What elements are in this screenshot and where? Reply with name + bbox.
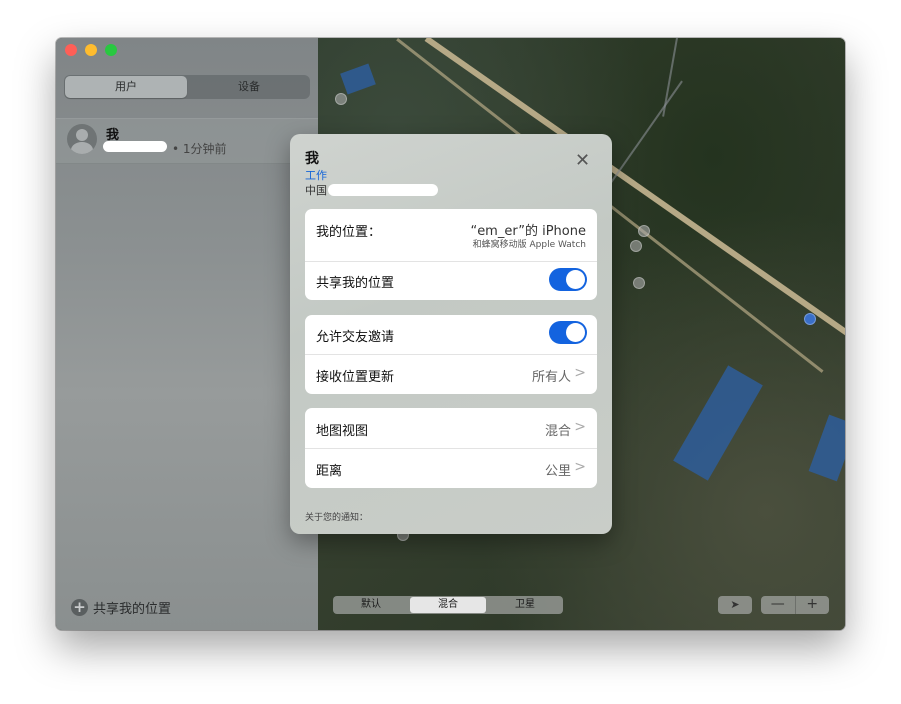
zoom-out-button[interactable]: — — [761, 596, 796, 614]
current-location-button[interactable]: ➤ — [718, 596, 752, 614]
settings-card: 地图视图 混合 > 距离 公里 > — [305, 408, 597, 488]
people-devices-segment: 用户 设备 — [64, 75, 310, 99]
close-window-button[interactable] — [65, 44, 77, 56]
map-view-label: 地图视图 — [316, 424, 369, 439]
share-location-toggle[interactable] — [549, 268, 587, 291]
chevron-right-icon: > — [574, 419, 586, 435]
allow-invites-toggle[interactable] — [549, 321, 587, 344]
receive-updates-value: 所有人 — [531, 370, 571, 385]
my-info-popover: 我 工作 中国 ✕ 我的位置： “em_er”的 iPhone 和蜂窝移动版 A… — [290, 134, 612, 534]
popover-subtitle[interactable]: 工作 — [305, 167, 327, 183]
user-list-item[interactable]: 我 • 1分钟前 — [56, 118, 318, 164]
location-arrow-icon: ➤ — [730, 598, 740, 611]
my-location-label: 我的位置： — [316, 225, 382, 240]
receive-updates-row[interactable]: 接收位置更新 所有人 > — [305, 355, 597, 394]
avatar — [67, 124, 97, 154]
location-card: 我的位置： “em_er”的 iPhone 和蜂窝移动版 Apple Watch… — [305, 209, 597, 300]
zoom-window-button[interactable] — [105, 44, 117, 56]
map-view-row[interactable]: 地图视图 混合 > — [305, 408, 597, 449]
map-mode-segment: 默认 混合 卫星 — [333, 596, 563, 614]
map-mode-hybrid[interactable]: 混合 — [410, 597, 486, 613]
my-location-row[interactable]: 我的位置： “em_er”的 iPhone 和蜂窝移动版 Apple Watch — [305, 209, 597, 262]
zoom-in-button[interactable]: + — [796, 596, 830, 614]
tab-devices[interactable]: 设备 — [188, 75, 310, 99]
popover-country: 中国 — [305, 184, 327, 197]
distance-value: 公里 — [544, 464, 571, 479]
redacted-address — [328, 184, 438, 196]
share-location-row: 共享我的位置 — [305, 262, 597, 300]
close-icon[interactable]: ✕ — [575, 151, 590, 171]
window-controls — [65, 44, 117, 56]
share-location-button[interactable]: + 共享我的位置 — [71, 598, 171, 617]
minimize-window-button[interactable] — [85, 44, 97, 56]
plus-circle-icon: + — [71, 599, 88, 616]
chevron-right-icon: > — [574, 365, 586, 381]
allow-invites-label: 允许交友邀请 — [316, 330, 395, 345]
allow-invites-row: 允许交友邀请 — [305, 315, 597, 355]
zoom-control: — + — [761, 596, 829, 614]
share-location-label: 共享我的位置 — [93, 602, 172, 617]
distance-row[interactable]: 距离 公里 > — [305, 449, 597, 488]
map-view-value: 混合 — [544, 424, 571, 439]
tab-people[interactable]: 用户 — [65, 76, 187, 98]
sidebar: 用户 设备 我 • 1分钟前 + 共享我的位置 — [56, 38, 318, 630]
chevron-right-icon: > — [574, 459, 586, 475]
my-location-device-sub: 和蜂窝移动版 Apple Watch — [472, 240, 586, 250]
popover-title: 我 — [305, 151, 319, 167]
share-location-label: 共享我的位置 — [316, 276, 395, 291]
map-mode-default[interactable]: 默认 — [333, 596, 409, 614]
notifications-about: 关于您的通知： — [305, 513, 369, 523]
user-last-seen: • 1分钟前 — [172, 142, 227, 156]
map-mode-satellite[interactable]: 卫星 — [487, 596, 563, 614]
receive-updates-label: 接收位置更新 — [316, 370, 395, 385]
redacted-location — [103, 141, 167, 152]
invites-card: 允许交友邀请 接收位置更新 所有人 > — [305, 315, 597, 394]
distance-label: 距离 — [316, 464, 343, 479]
